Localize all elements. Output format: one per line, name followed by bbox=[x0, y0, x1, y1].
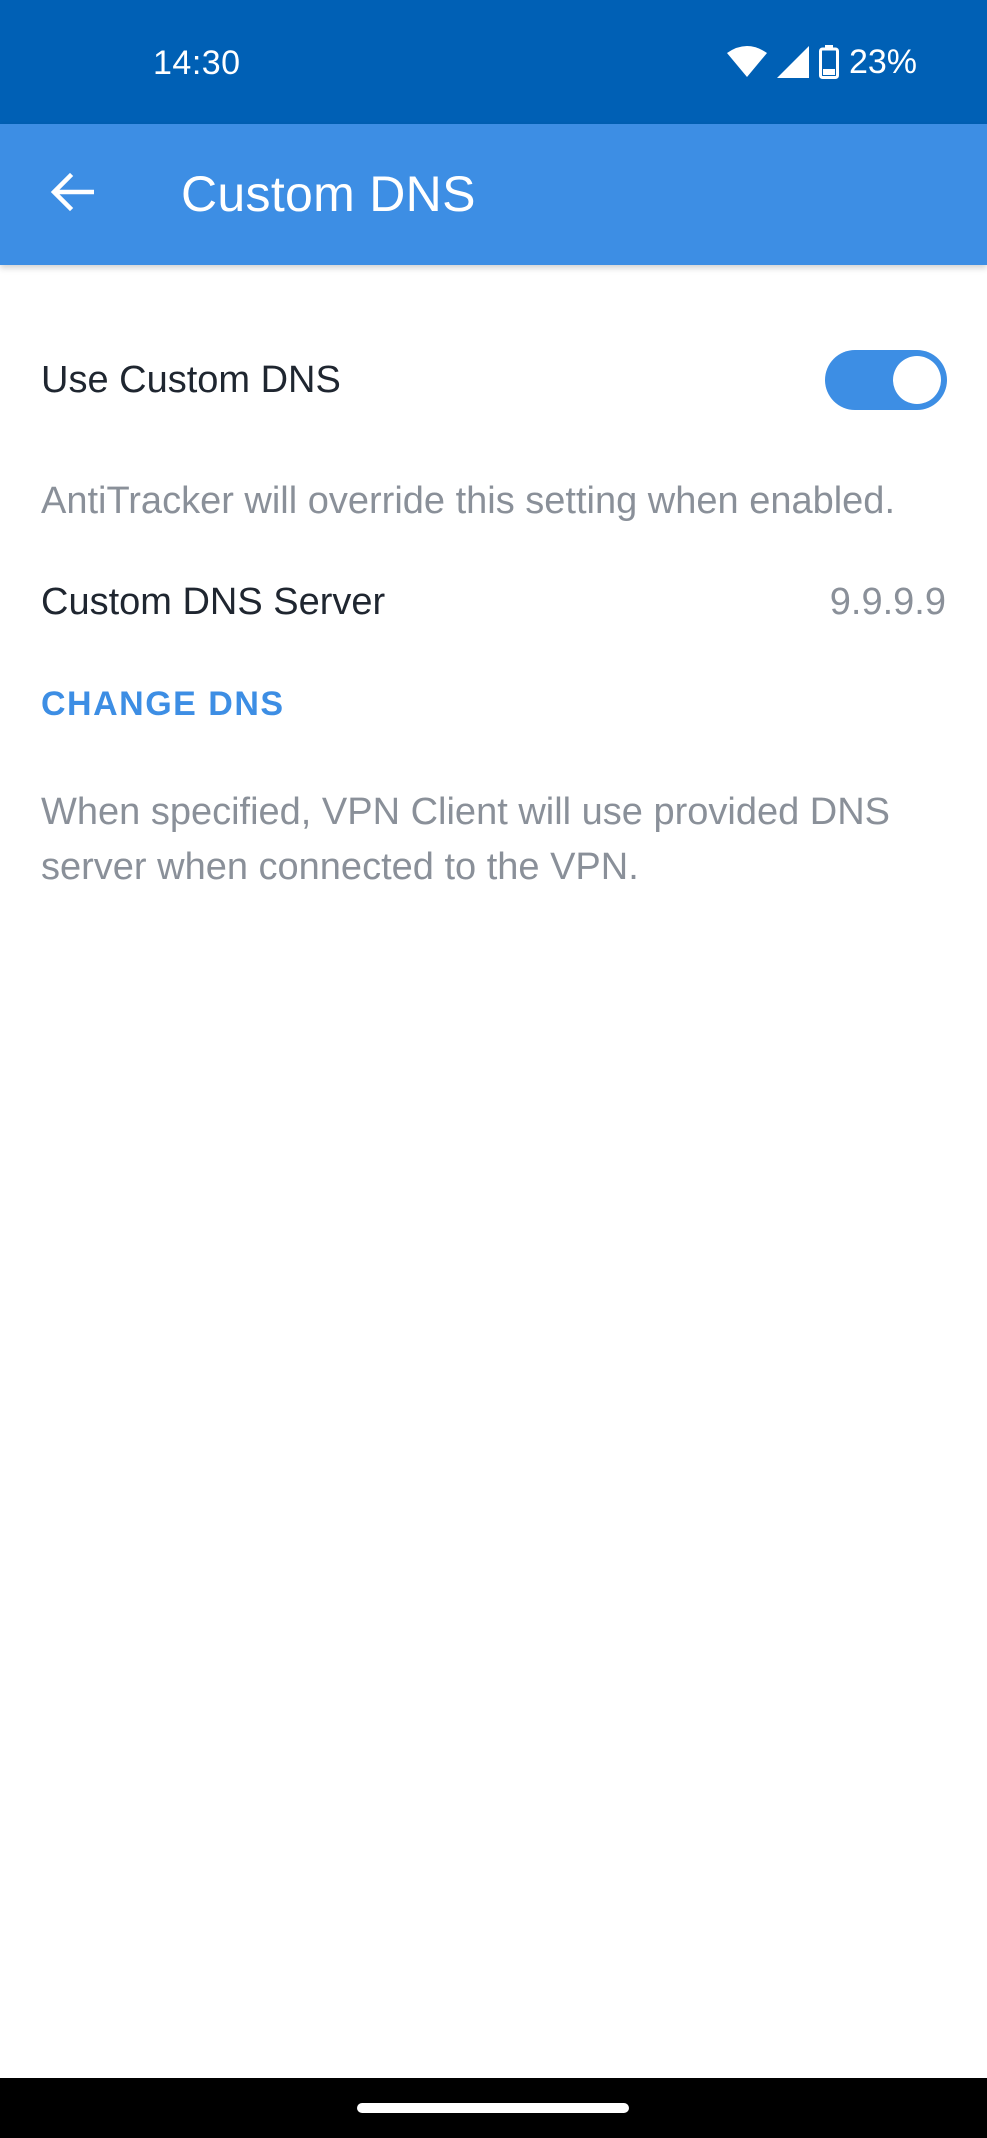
home-gesture-handle[interactable] bbox=[357, 2103, 629, 2113]
system-navigation-bar bbox=[0, 2078, 987, 2138]
status-bar: 14:30 23% bbox=[0, 0, 987, 124]
back-button[interactable] bbox=[30, 152, 114, 236]
wifi-icon bbox=[726, 46, 767, 78]
custom-dns-server-label: Custom DNS Server bbox=[41, 581, 386, 623]
app-bar: Custom DNS bbox=[0, 124, 987, 265]
custom-dns-server-row: Custom DNS Server 9.9.9.9 bbox=[0, 581, 987, 641]
toggle-knob bbox=[893, 356, 941, 404]
status-time: 14:30 bbox=[153, 44, 241, 82]
change-dns-button[interactable]: CHANGE DNS bbox=[41, 685, 285, 724]
status-icons: 23% bbox=[726, 42, 917, 82]
custom-dns-description: When specified, VPN Client will use prov… bbox=[41, 791, 891, 888]
arrow-back-icon bbox=[50, 172, 95, 217]
antitracker-note: AntiTracker will override this setting w… bbox=[41, 480, 895, 522]
battery-percent: 23% bbox=[848, 42, 917, 81]
use-custom-dns-label: Use Custom DNS bbox=[41, 359, 341, 401]
use-custom-dns-toggle[interactable] bbox=[825, 350, 947, 410]
page-title: Custom DNS bbox=[181, 166, 476, 222]
battery-icon bbox=[818, 45, 839, 79]
use-custom-dns-row[interactable]: Use Custom DNS bbox=[0, 335, 987, 425]
custom-dns-server-value: 9.9.9.9 bbox=[829, 581, 946, 623]
cellular-signal-icon bbox=[776, 46, 809, 78]
